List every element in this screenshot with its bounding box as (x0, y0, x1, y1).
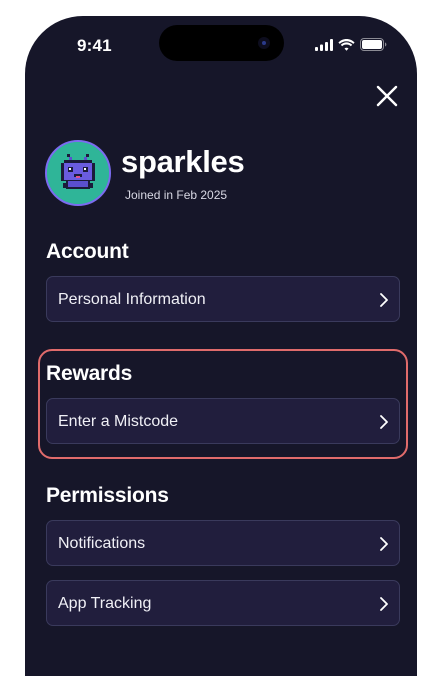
avatar[interactable] (45, 140, 111, 206)
row-label: Personal Information (58, 291, 206, 308)
row-label: Enter a Mistcode (58, 413, 179, 430)
row-enter-mistcode[interactable]: Enter a Mistcode (46, 398, 400, 444)
row-label: App Tracking (58, 595, 152, 612)
chevron-right-icon (380, 537, 388, 551)
camera-icon (258, 37, 270, 49)
close-icon (376, 85, 398, 107)
battery-icon (360, 38, 387, 51)
signal-icon (315, 38, 333, 51)
section-title-account: Account (46, 240, 129, 263)
row-app-tracking[interactable]: App Tracking (46, 580, 400, 626)
chevron-right-icon (380, 415, 388, 429)
close-button[interactable] (373, 82, 401, 110)
dynamic-island (159, 25, 284, 61)
wifi-icon (338, 38, 355, 51)
section-title-rewards: Rewards (46, 362, 133, 385)
section-title-permissions: Permissions (46, 484, 169, 507)
row-personal-information[interactable]: Personal Information (46, 276, 400, 322)
status-time: 9:41 (77, 36, 112, 55)
status-icons (315, 38, 387, 51)
profile-header: sparkles Joined in Feb 2025 (45, 140, 385, 210)
alien-avatar-icon (47, 142, 109, 204)
row-label: Notifications (58, 535, 146, 552)
row-notifications[interactable]: Notifications (46, 520, 400, 566)
status-bar: 9:41 (25, 16, 417, 76)
joined-date: Joined in Feb 2025 (125, 188, 228, 202)
username: sparkles (121, 144, 245, 179)
chevron-right-icon (380, 293, 388, 307)
chevron-right-icon (380, 597, 388, 611)
phone-screen: 9:41 sparkles Joined in Feb 2025 Account… (25, 16, 417, 676)
